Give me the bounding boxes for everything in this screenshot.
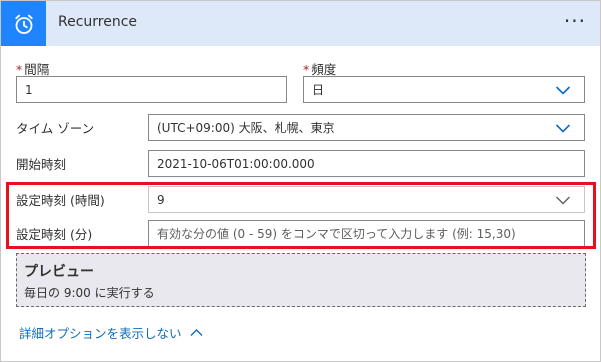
timezone-label: タイム ゾーン bbox=[16, 121, 95, 136]
preview-panel: プレビュー 毎日の 9:00 に実行する bbox=[16, 253, 586, 307]
chevron-down-icon bbox=[555, 124, 571, 133]
interval-value: 1 bbox=[25, 82, 33, 97]
start-time-input[interactable]: 2021-10-06T01:00:00.000 bbox=[148, 150, 585, 177]
chevron-up-icon bbox=[190, 329, 203, 336]
more-options-button[interactable]: ··· bbox=[564, 9, 586, 33]
card-title: Recurrence bbox=[58, 14, 138, 30]
alarm-clock-icon bbox=[14, 14, 33, 34]
interval-input[interactable]: 1 bbox=[16, 76, 287, 103]
frequency-label-text: 頻度 bbox=[311, 62, 337, 77]
timezone-value: (UTC+09:00) 大阪、札幌、東京 bbox=[157, 121, 335, 135]
card-header[interactable]: Recurrence ··· bbox=[1, 1, 600, 46]
advanced-options-label: 詳細オプションを表示しない bbox=[19, 326, 182, 341]
required-marker: * bbox=[303, 62, 310, 77]
frequency-value: 日 bbox=[312, 83, 325, 97]
interval-label-text: 間隔 bbox=[24, 62, 50, 77]
start-time-label: 開始時刻 bbox=[16, 157, 67, 172]
timezone-dropdown[interactable]: (UTC+09:00) 大阪、札幌、東京 bbox=[148, 114, 585, 141]
preview-text: 毎日の 9:00 に実行する bbox=[24, 286, 155, 300]
hide-advanced-options-link[interactable]: 詳細オプションを表示しない bbox=[19, 323, 203, 342]
required-marker: * bbox=[16, 62, 23, 77]
frequency-dropdown[interactable]: 日 bbox=[303, 76, 585, 103]
recurrence-card: Recurrence ··· * 間隔 1 * 頻度 日 タイム ゾーン (UTC+… bbox=[0, 0, 601, 362]
highlight-box bbox=[6, 182, 596, 249]
chevron-down-icon bbox=[555, 86, 571, 95]
preview-title: プレビュー bbox=[24, 264, 94, 280]
trigger-icon-box bbox=[1, 1, 46, 46]
start-time-value: 2021-10-06T01:00:00.000 bbox=[157, 156, 315, 171]
